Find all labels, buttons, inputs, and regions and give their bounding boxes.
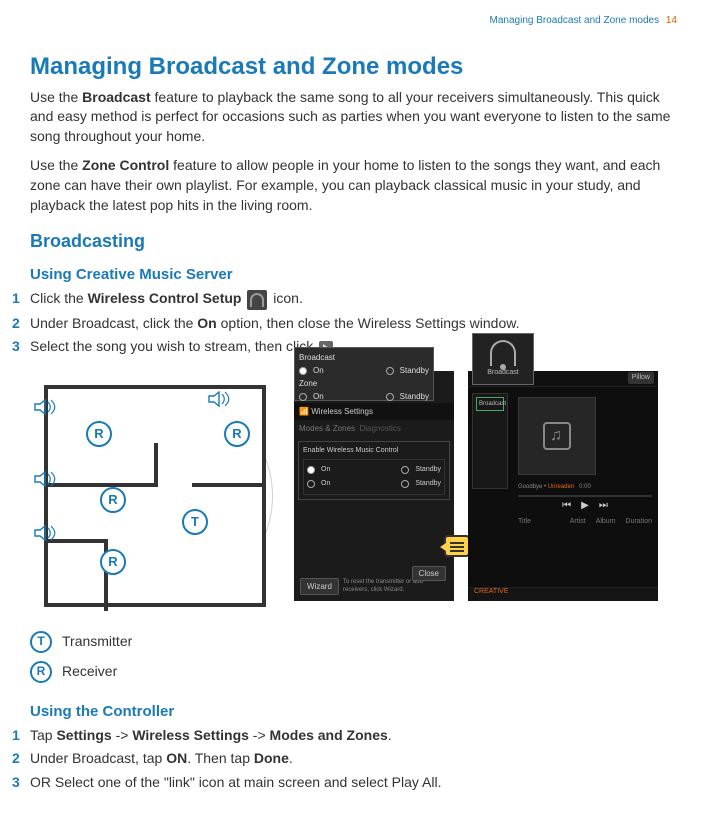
radio-off-icon [386, 367, 394, 375]
subsection-controller: Using the Controller [30, 701, 677, 722]
radio-on-icon [307, 466, 315, 474]
figure-music-player: Broadcast ♪ Music Server Pillow Broadcas… [468, 371, 658, 601]
broadcast-badge: Broadcast [472, 333, 534, 385]
ws-antenna-icon: 📶 [299, 407, 311, 416]
brand-label: CREATIVE [474, 587, 509, 597]
radio-off-icon [307, 480, 315, 488]
figure-legend: T Transmitter R Receiver [30, 631, 280, 683]
music-note-icon [543, 422, 571, 450]
ws-enable-label: Enable Wireless Music Control [303, 446, 445, 456]
radio-on-icon [299, 367, 307, 375]
figure-wireless-settings: Broadcast On Standby Zone On Standby 📶 W… [294, 371, 454, 601]
receiver-node: R [224, 421, 250, 447]
album-art [518, 397, 596, 475]
receiver-node: R [100, 549, 126, 575]
receiver-node: R [100, 487, 126, 513]
legend-receiver: Receiver [62, 662, 117, 682]
wizard-button[interactable]: Wizard [300, 578, 339, 595]
speaker-icon [208, 391, 230, 407]
radio-off-icon [386, 393, 394, 401]
legend-r-badge: R [30, 661, 52, 683]
step-number: 1 [12, 289, 30, 309]
floor-outline [44, 385, 266, 607]
player-columns: Title Artist Album Duration [518, 517, 652, 527]
prev-icon[interactable]: ⏮ [562, 499, 571, 513]
ctrl-step-2: Under Broadcast, tap ON. Then tap Done. [30, 749, 677, 769]
step-number: 2 [12, 749, 30, 769]
ctrl-step-1: Tap Settings -> Wireless Settings -> Mod… [30, 726, 677, 746]
track-bar: Goodbye • Unreaden 0:00 [518, 483, 652, 493]
intro-paragraph-1: Use the Broadcast feature to playback th… [30, 88, 677, 147]
speaker-icon [34, 525, 56, 541]
zoom-zone-label: Zone [299, 378, 429, 389]
receiver-node: R [86, 421, 112, 447]
step-2-text: Under Broadcast, click the On option, th… [30, 314, 677, 334]
sidebar-broadcast: Broadcast [476, 397, 504, 411]
play-icon[interactable]: ▶ [581, 499, 589, 513]
radio-off-icon [299, 393, 307, 401]
next-icon[interactable]: ⏭ [599, 499, 608, 513]
close-button[interactable]: Close [412, 566, 446, 581]
figure-floorplan: R R R R T [30, 371, 280, 621]
steps-controller: 1 Tap Settings -> Wireless Settings -> M… [30, 726, 677, 793]
legend-transmitter: Transmitter [62, 632, 132, 652]
section-broadcasting: Broadcasting [30, 229, 677, 254]
figures-row: R R R R T T Transmitter R Receiver Broad [30, 371, 677, 691]
wireless-setup-icon [247, 290, 267, 310]
zoom-broadcast-label: Broadcast [299, 352, 429, 363]
speaker-icon [34, 471, 56, 487]
intro-paragraph-2: Use the Zone Control feature to allow pe… [30, 156, 677, 215]
settings-zoom: Broadcast On Standby Zone On Standby [294, 347, 434, 401]
page-number: 14 [666, 15, 677, 26]
step-number: 3 [12, 337, 30, 357]
step-1-text: Click the Wireless Control Setup icon. [30, 289, 677, 309]
ws-body: Enable Wireless Music Control On Standby… [298, 441, 450, 499]
speaker-icon [34, 399, 56, 415]
step-number: 2 [12, 314, 30, 334]
header-text: Managing Broadcast and Zone modes [490, 15, 660, 26]
radio-off-icon [401, 466, 409, 474]
ctrl-step-3: OR Select one of the "link" icon at main… [30, 773, 677, 793]
legend-t-badge: T [30, 631, 52, 653]
radio-off-icon [401, 480, 409, 488]
player-pill: Pillow [628, 372, 654, 384]
ws-tabs: Modes & Zones Diagnostics [294, 420, 454, 437]
ws-titlebar: 📶 Wireless Settings [294, 403, 454, 420]
transmitter-node: T [182, 509, 208, 535]
page-title: Managing Broadcast and Zone modes [30, 50, 677, 84]
broadcast-icon [490, 340, 516, 366]
step-number: 1 [12, 726, 30, 746]
subsection-cms: Using Creative Music Server [30, 264, 677, 285]
step-number: 3 [12, 773, 30, 793]
figure-floorplan-wrap: R R R R T T Transmitter R Receiver [30, 371, 280, 691]
callout-bubble-icon [444, 535, 470, 557]
player-controls: ⏮ ▶ ⏭ [518, 499, 652, 513]
player-sidebar: Broadcast [472, 393, 508, 489]
page-header: Managing Broadcast and Zone modes 14 [490, 14, 677, 28]
